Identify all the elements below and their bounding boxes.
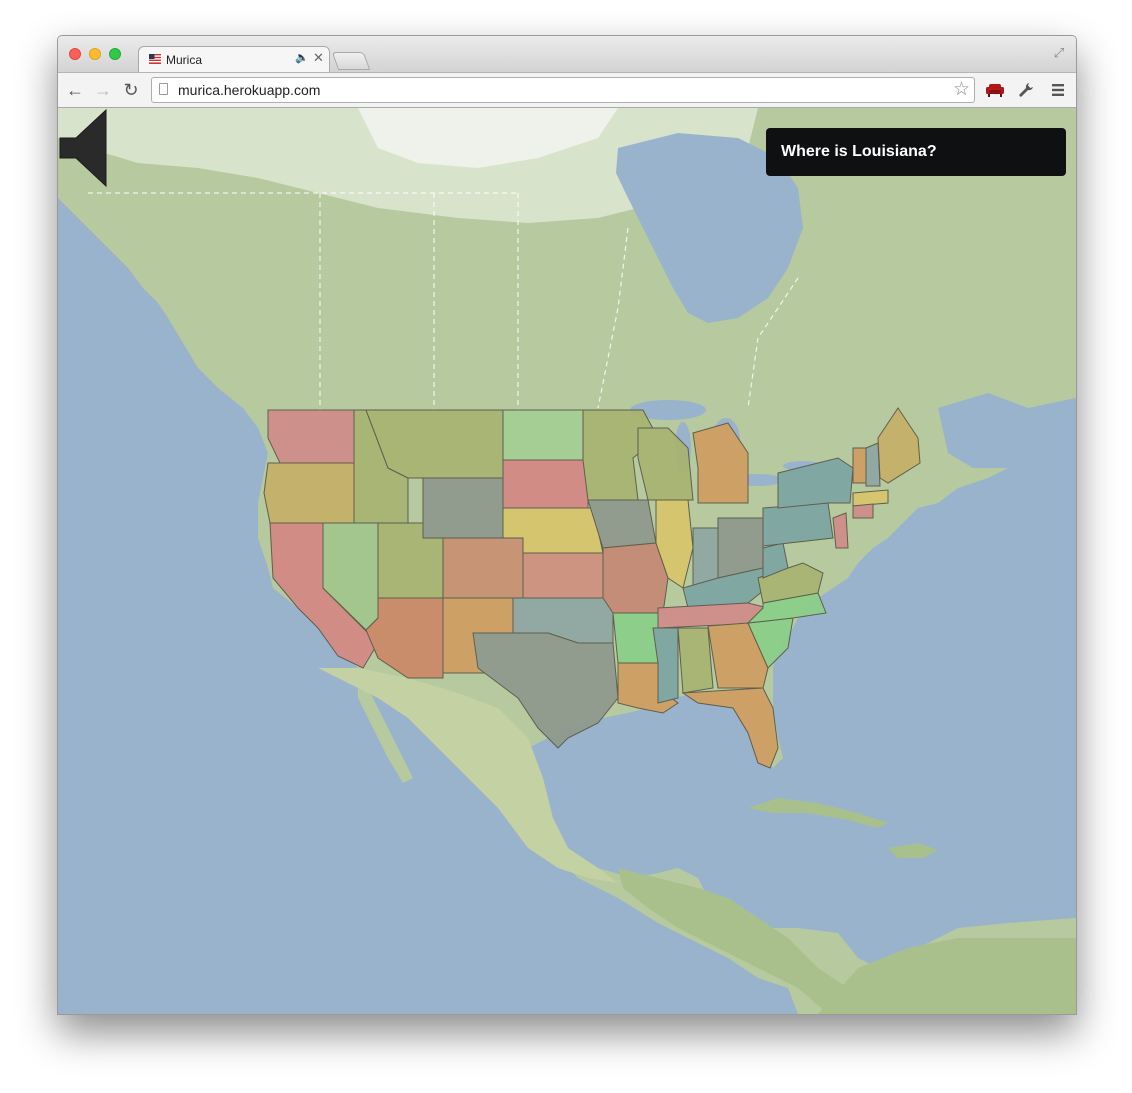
wrench-icon[interactable]	[1016, 80, 1036, 100]
title-bar: Murica 🔈 ✕ ⤢	[58, 36, 1076, 73]
star-icon[interactable]: ☆	[953, 79, 970, 101]
state-vermont	[852, 447, 867, 484]
state-new-hampshire	[865, 442, 881, 487]
url-text[interactable]: murica.herokuapp.com	[178, 82, 320, 98]
state-missouri	[602, 542, 669, 614]
map-canvas[interactable]	[58, 108, 1076, 1014]
state-massachusetts	[852, 489, 889, 507]
hamburger-menu-icon[interactable]	[1048, 80, 1068, 100]
new-tab-button[interactable]	[331, 52, 371, 70]
speaker-icon[interactable]	[58, 108, 110, 188]
tab-murica[interactable]: Murica 🔈 ✕	[138, 46, 330, 73]
tab-title: Murica	[166, 53, 203, 67]
state-connecticut	[852, 503, 874, 519]
browser-window: Murica 🔈 ✕ ⤢ ← → ↻ murica.herokuapp.com …	[57, 35, 1077, 1015]
red-couch-icon[interactable]	[985, 80, 1005, 100]
state-oregon	[263, 462, 355, 524]
map-viewport: Where is Louisiana?	[58, 108, 1076, 1014]
question-text: Where is Louisiana?	[781, 143, 937, 160]
state-south-dakota	[502, 459, 589, 509]
state-kansas	[522, 552, 604, 599]
state-north-dakota	[502, 409, 584, 461]
reload-icon[interactable]: ↻	[121, 80, 141, 100]
back-arrow-icon[interactable]: ←	[65, 80, 85, 100]
page-icon	[159, 83, 168, 95]
forward-arrow-icon[interactable]: →	[93, 80, 113, 100]
address-bar[interactable]: murica.herokuapp.com ☆	[151, 77, 975, 103]
question-panel: Where is Louisiana?	[766, 128, 1066, 176]
state-colorado	[442, 537, 524, 599]
speaker-icon: 🔈	[295, 52, 309, 64]
fullscreen-icon[interactable]: ⤢	[1052, 46, 1066, 60]
minimize-window-button[interactable]	[89, 48, 101, 60]
zoom-window-button[interactable]	[109, 48, 121, 60]
us-flag-icon	[149, 54, 161, 64]
browser-toolbar: ← → ↻ murica.herokuapp.com ☆	[58, 72, 1076, 108]
close-window-button[interactable]	[69, 48, 81, 60]
state-pennsylvania	[762, 502, 834, 547]
close-tab-icon[interactable]: ✕	[313, 50, 324, 66]
state-new-jersey	[832, 512, 849, 549]
state-alabama	[677, 627, 714, 694]
state-wyoming	[422, 477, 504, 539]
state-washington	[267, 409, 355, 464]
